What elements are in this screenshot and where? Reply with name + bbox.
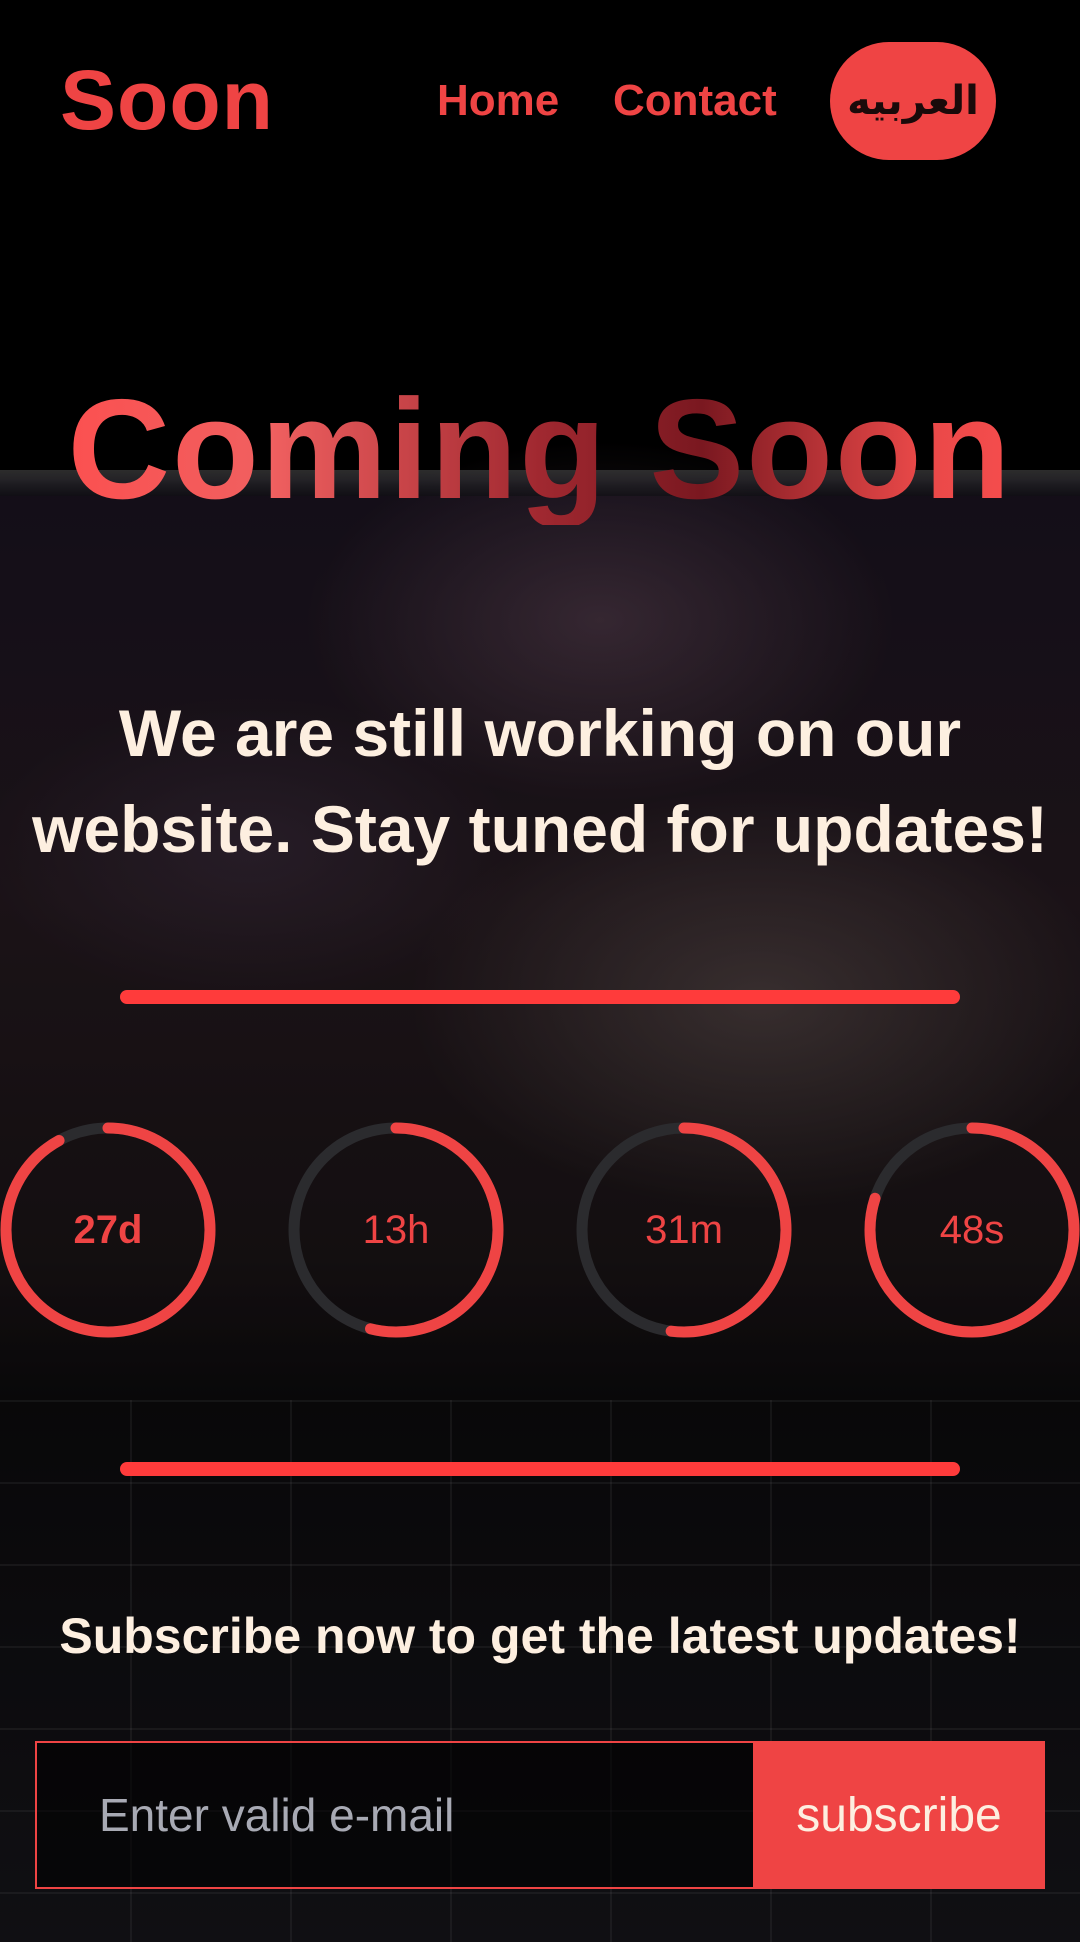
- site-header: Soon Home Contact العربيه: [0, 0, 1080, 200]
- email-input[interactable]: [37, 1743, 757, 1887]
- subscribe-form: subscribe: [35, 1741, 1045, 1889]
- divider-bottom: [120, 1462, 960, 1476]
- language-toggle-button[interactable]: العربيه: [830, 42, 996, 160]
- site-logo[interactable]: Soon: [60, 55, 274, 145]
- countdown-minutes-value: 31m: [645, 1207, 723, 1252]
- countdown-minutes: 31m: [574, 1120, 794, 1340]
- page-title: Coming Soon: [0, 375, 1080, 525]
- subscribe-button[interactable]: subscribe: [753, 1741, 1045, 1889]
- divider-top: [120, 990, 960, 1004]
- hero-subtitle: We are still working on our website. Sta…: [32, 696, 1048, 866]
- nav-link-contact[interactable]: Contact: [613, 75, 777, 127]
- countdown-hours-value: 13h: [362, 1207, 430, 1252]
- countdown-hours: 13h: [286, 1120, 506, 1340]
- countdown-seconds-value: 48s: [939, 1207, 1005, 1252]
- countdown-seconds: 48s: [862, 1120, 1080, 1340]
- nav-link-home[interactable]: Home: [437, 75, 559, 127]
- countdown-days: 27d: [0, 1120, 218, 1340]
- countdown-days-value: 27d: [73, 1207, 143, 1252]
- subscribe-heading: Subscribe now to get the latest updates!: [59, 1608, 1021, 1664]
